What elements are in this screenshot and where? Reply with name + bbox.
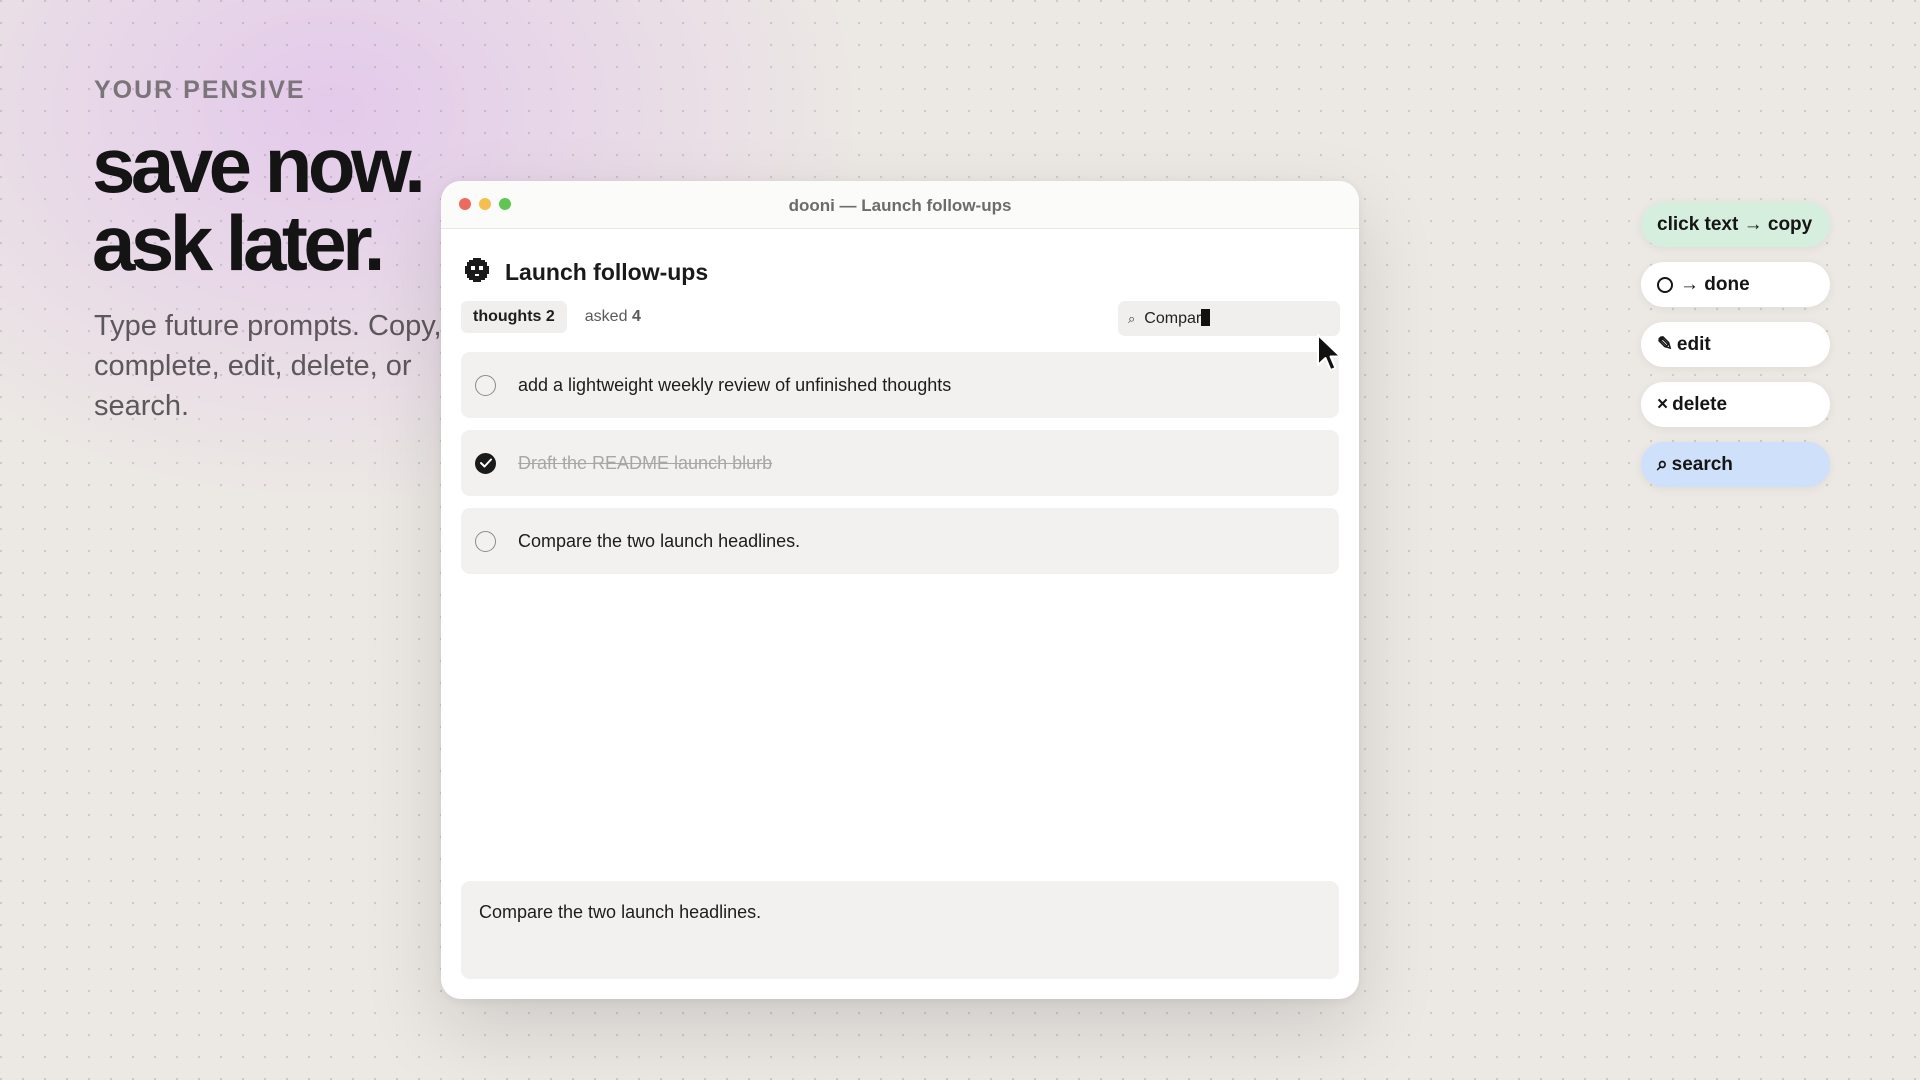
thought-text[interactable]: Draft the README launch blurb <box>518 453 772 474</box>
search-value: Compar <box>1144 309 1211 328</box>
list-title: Launch follow-ups <box>505 259 709 285</box>
checkbox-circle-icon[interactable] <box>475 530 496 552</box>
list-item[interactable]: Compare the two launch headlines. <box>461 508 1339 574</box>
tab-thoughts[interactable]: thoughts 2 <box>461 301 567 333</box>
window-title: dooni — Launch follow-ups <box>788 196 1012 215</box>
tab-label: asked <box>584 308 628 325</box>
checkbox-circle-icon[interactable] <box>475 374 496 396</box>
list-item[interactable]: add a lightweight weekly review of unfin… <box>461 352 1339 418</box>
pill-copy: click text → copy <box>1641 202 1830 247</box>
pill-label: click text → copy <box>1657 213 1813 235</box>
text-caret <box>1201 309 1211 326</box>
pill-label: → done <box>1680 273 1750 295</box>
checkmark-icon[interactable] <box>475 452 496 474</box>
thought-text[interactable]: add a lightweight weekly review of unfin… <box>518 375 951 396</box>
circle-icon <box>1657 276 1673 293</box>
mouse-pointer-icon <box>1316 333 1346 378</box>
headline-line-1: save now. <box>92 121 426 209</box>
search-input[interactable]: ⌕ Compar <box>1118 301 1340 336</box>
tab-asked[interactable]: asked 4 <box>573 301 653 333</box>
search-icon: ⌕ <box>1657 453 1668 475</box>
hero-headline: save now. ask later. <box>92 121 426 287</box>
pill-edit: ✎ edit <box>1641 322 1830 367</box>
pixel-ghost-icon <box>465 258 489 287</box>
tab-count: 4 <box>631 308 641 325</box>
pencil-icon: ✎ <box>1657 334 1673 355</box>
list-header: Launch follow-ups <box>465 258 708 287</box>
app-window: dooni — Launch follow-ups Launch follow-… <box>441 181 1359 999</box>
pill-label: edit <box>1676 333 1711 355</box>
pill-label: search <box>1671 453 1733 475</box>
hero-subcopy: Type future prompts. Copy, complete, edi… <box>94 310 442 422</box>
pill-label: delete <box>1672 393 1728 415</box>
thought-list: add a lightweight weekly review of unfin… <box>461 352 1339 586</box>
feature-pill-list: click text → copy → done ✎ edit × delete… <box>1641 202 1830 502</box>
composer-input[interactable]: Compare the two launch headlines. <box>461 881 1339 979</box>
pill-search: ⌕ search <box>1641 442 1830 487</box>
window-titlebar: dooni — Launch follow-ups <box>441 181 1359 229</box>
eyebrow-label: YOUR PENSIVE <box>94 76 306 104</box>
tab-label: thoughts <box>473 308 542 325</box>
tab-bar: thoughts 2 asked 4 <box>461 301 653 333</box>
thought-text[interactable]: Compare the two launch headlines. <box>518 531 800 552</box>
headline-line-2: ask later. <box>92 199 385 287</box>
list-item[interactable]: Draft the README launch blurb <box>461 430 1339 496</box>
search-icon: ⌕ <box>1128 310 1136 326</box>
pill-delete: × delete <box>1641 382 1830 427</box>
pill-done: → done <box>1641 262 1830 307</box>
close-icon: × <box>1657 393 1669 415</box>
tab-count: 2 <box>545 308 555 325</box>
